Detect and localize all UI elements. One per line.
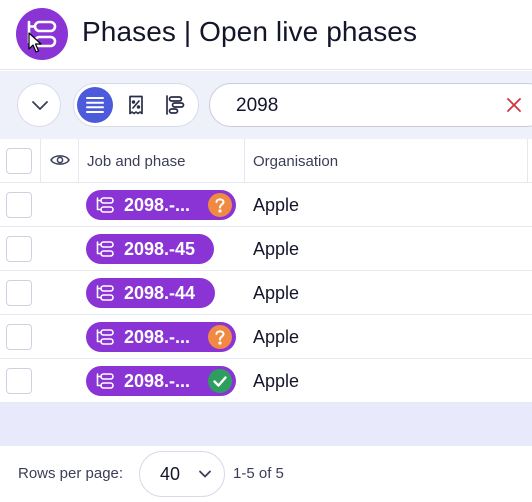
- row-select-cell: [0, 315, 41, 358]
- page-title: Phases | Open live phases: [82, 16, 418, 47]
- row-checkbox[interactable]: [6, 324, 32, 350]
- select-all-checkbox[interactable]: [6, 148, 32, 174]
- phases-icon: [96, 197, 114, 213]
- chevron-down-icon: [32, 101, 48, 110]
- phase-chip[interactable]: 2098.-...: [86, 190, 236, 220]
- table-row[interactable]: 2098.-45 Apple: [0, 227, 532, 271]
- list-view-button[interactable]: [77, 87, 113, 123]
- organisation-name: Apple: [253, 195, 300, 215]
- timeline-view-button[interactable]: [157, 87, 193, 123]
- organisation-cell: Apple: [245, 227, 528, 270]
- timeline-bars-icon: [166, 95, 185, 115]
- row-select-cell: [0, 271, 41, 314]
- phase-chip[interactable]: 2098.-44: [86, 278, 215, 308]
- column-header-job[interactable]: Job and phase: [79, 139, 245, 182]
- view-switcher: [73, 83, 199, 127]
- visibility-cell: [41, 139, 79, 182]
- mouse-cursor-icon: [28, 32, 42, 53]
- column-header-label: Job and phase: [87, 153, 186, 170]
- collapse-button[interactable]: [17, 83, 61, 127]
- job-cell: 2098.-...: [79, 183, 245, 226]
- phase-label: 2098.-...: [124, 371, 191, 391]
- row-checkbox[interactable]: [6, 368, 32, 394]
- phases-icon: [96, 241, 114, 257]
- row-checkbox[interactable]: [6, 192, 32, 218]
- job-cell: 2098.-44: [79, 271, 245, 314]
- table-header-row: Job and phase Organisation: [0, 139, 532, 183]
- search-field[interactable]: 2098: [209, 83, 532, 127]
- column-header-organisation[interactable]: Organisation: [245, 139, 528, 182]
- table-row[interactable]: 2098.-44 Apple: [0, 271, 532, 315]
- phase-label: 2098.-45: [124, 239, 196, 259]
- question-status-icon: [208, 325, 232, 349]
- phase-label: 2098.-...: [124, 327, 191, 347]
- chevron-down-icon: [199, 470, 211, 478]
- job-cell: 2098.-45: [79, 227, 245, 270]
- table-empty-area: [0, 403, 532, 446]
- question-status-icon: [208, 193, 232, 217]
- row-select-cell: [0, 227, 41, 270]
- phases-icon: [96, 373, 114, 389]
- row-checkbox[interactable]: [6, 280, 32, 306]
- eye-icon[interactable]: [50, 153, 70, 167]
- phase-chip[interactable]: 2098.-...: [86, 322, 236, 352]
- phases-icon: [96, 285, 114, 301]
- table-row[interactable]: 2098.-... Apple: [0, 315, 532, 359]
- job-cell: 2098.-...: [79, 359, 245, 402]
- phase-label: 2098.-...: [124, 195, 191, 215]
- phases-icon: [96, 329, 114, 345]
- rows-per-page-select[interactable]: 40: [139, 451, 225, 497]
- rows-per-page-label: Rows per page:: [18, 465, 124, 482]
- organisation-cell: Apple: [245, 183, 528, 226]
- phase-chip[interactable]: 2098.-45: [86, 234, 214, 264]
- header: Phases | Open live phases: [0, 0, 532, 70]
- phases-table: Job and phase Organisation 2098.-... App…: [0, 139, 532, 403]
- search-input[interactable]: 2098: [236, 95, 278, 117]
- organisation-cell: Apple: [245, 315, 528, 358]
- receipt-percent-icon: [129, 95, 143, 115]
- close-icon[interactable]: [506, 97, 522, 113]
- column-header-label: Organisation: [253, 153, 339, 170]
- rows-per-page-value: 40: [160, 464, 181, 484]
- organisation-name: Apple: [253, 327, 300, 347]
- phase-chip[interactable]: 2098.-...: [86, 366, 236, 396]
- organisation-name: Apple: [253, 239, 300, 259]
- receipt-percent-view-button[interactable]: [118, 87, 154, 123]
- organisation-cell: Apple: [245, 271, 528, 314]
- row-select-cell: [0, 359, 41, 402]
- select-all-cell: [0, 139, 41, 182]
- row-select-cell: [0, 183, 41, 226]
- organisation-cell: Apple: [245, 359, 528, 402]
- phase-label: 2098.-44: [124, 283, 196, 303]
- organisation-name: Apple: [253, 371, 300, 391]
- table-row[interactable]: 2098.-... Apple: [0, 359, 532, 403]
- row-checkbox[interactable]: [6, 236, 32, 262]
- pagination-footer: Rows per page: 40 1-5 of 5: [0, 446, 532, 502]
- check-status-icon: [208, 369, 232, 393]
- phases-icon[interactable]: [16, 8, 68, 60]
- table-row[interactable]: 2098.-... Apple: [0, 183, 532, 227]
- toolbar: 2098: [0, 71, 532, 139]
- pagination-range: 1-5 of 5: [233, 465, 284, 482]
- job-cell: 2098.-...: [79, 315, 245, 358]
- organisation-name: Apple: [253, 283, 300, 303]
- list-lines-icon: [86, 97, 104, 113]
